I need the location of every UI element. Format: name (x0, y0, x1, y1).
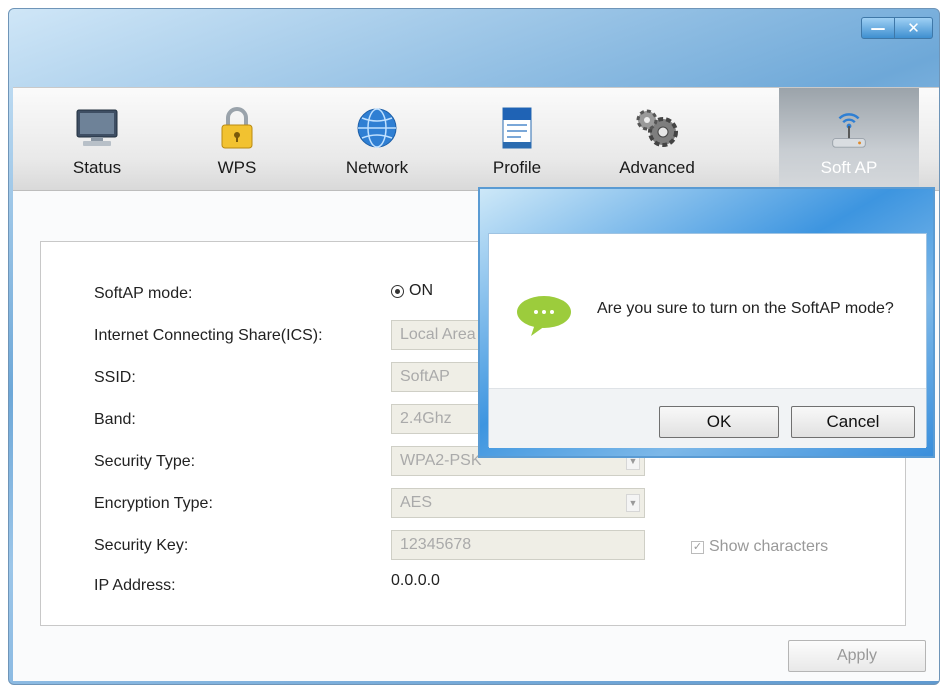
dialog-message: Are you sure to turn on the SoftAP mode? (597, 300, 894, 317)
tab-status-label: Status (72, 158, 122, 177)
close-button[interactable]: ✕ (895, 17, 933, 39)
tab-profile-label: Profile (492, 158, 542, 177)
apply-button[interactable]: Apply (788, 640, 926, 672)
ics-value: Local Area (400, 326, 476, 343)
ok-button[interactable]: OK (659, 406, 779, 438)
security-type-value: WPA2-PSK (400, 452, 482, 469)
tab-profile[interactable]: Profile (447, 88, 587, 192)
dialog-body: Are you sure to turn on the SoftAP mode?… (488, 233, 927, 448)
show-characters-label: Show characters (709, 538, 829, 555)
monitor-icon (73, 106, 121, 150)
padlock-icon (213, 106, 261, 150)
wireless-antenna-icon (825, 106, 873, 150)
band-label: Band: (94, 411, 136, 428)
tab-wps-label: WPS (217, 158, 257, 177)
encryption-type-label: Encryption Type: (94, 495, 213, 512)
document-icon (493, 106, 541, 150)
titlebar-controls: — ✕ (861, 17, 933, 39)
tab-network[interactable]: Network (307, 88, 447, 192)
security-key-input[interactable]: 12345678 (391, 530, 645, 560)
tab-advanced[interactable]: Advanced (587, 88, 727, 192)
ip-address-label: IP Address: (94, 577, 176, 594)
ssid-label: SSID: (94, 369, 136, 386)
chat-bubble-icon (515, 294, 573, 343)
minimize-button[interactable]: — (861, 17, 895, 39)
tab-soft-ap[interactable]: Soft AP (779, 88, 919, 192)
softap-on-label: ON (409, 282, 433, 299)
radio-selected-icon (391, 284, 404, 298)
tab-wps[interactable]: WPS (167, 88, 307, 192)
confirm-dialog: Are you sure to turn on the SoftAP mode?… (478, 187, 935, 458)
ssid-value: SoftAP (400, 368, 450, 385)
globe-icon (353, 106, 401, 150)
tab-network-label: Network (345, 158, 409, 177)
softap-mode-label: SoftAP mode: (94, 285, 193, 302)
encryption-type-select[interactable]: AES ▼ (391, 488, 645, 518)
band-value: 2.4Ghz (400, 410, 452, 427)
ip-address-value: 0.0.0.0 (391, 572, 440, 589)
show-characters-checkbox[interactable]: ✓ Show characters (691, 538, 828, 556)
gears-icon (633, 106, 681, 150)
tab-status[interactable]: Status (27, 88, 167, 192)
security-type-label: Security Type: (94, 453, 196, 470)
security-key-label: Security Key: (94, 537, 189, 554)
softap-on-radio[interactable]: ON (391, 282, 433, 300)
checkmark-icon: ✓ (691, 540, 704, 554)
encryption-type-value: AES (400, 494, 433, 511)
main-toolbar: Status WPS Network Profile Advanced Soft… (13, 87, 939, 192)
tab-soft-ap-label: Soft AP (820, 158, 878, 177)
tab-advanced-label: Advanced (619, 158, 695, 177)
chevron-down-icon: ▼ (626, 494, 640, 512)
security-key-value: 12345678 (400, 536, 472, 553)
cancel-button[interactable]: Cancel (791, 406, 915, 438)
ics-label: Internet Connecting Share(ICS): (94, 327, 323, 344)
